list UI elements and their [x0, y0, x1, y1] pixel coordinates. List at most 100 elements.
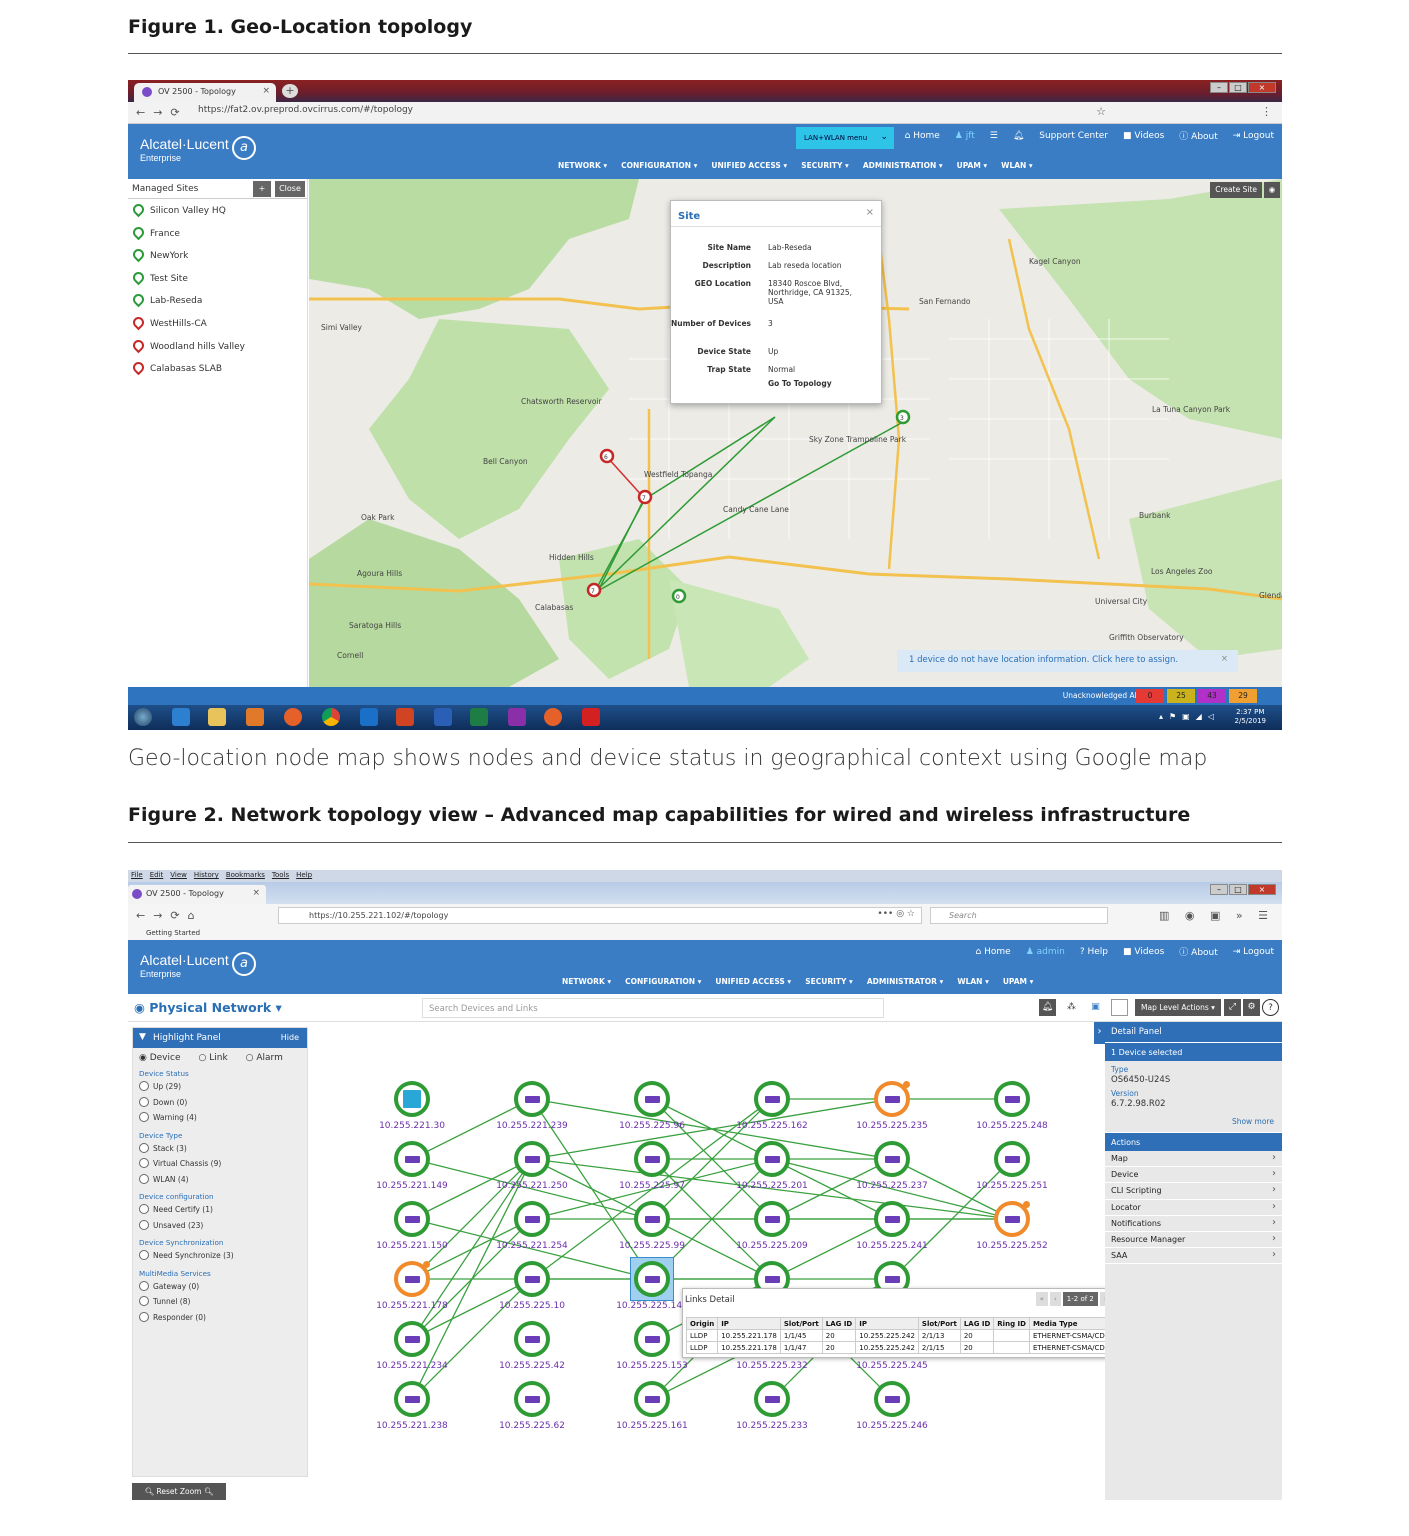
- filter-option[interactable]: WLAN (4): [133, 1171, 307, 1187]
- bell-icon[interactable]: 🔔︎: [1013, 131, 1024, 141]
- network-device-node[interactable]: [994, 1141, 1030, 1177]
- map-marker[interactable]: 6: [599, 448, 615, 464]
- site-item[interactable]: NewYork: [128, 244, 307, 267]
- network-device-node[interactable]: [394, 1081, 430, 1117]
- word-icon[interactable]: [434, 708, 452, 726]
- logout-link[interactable]: ⇥ Logout: [1233, 131, 1274, 141]
- network-device-node[interactable]: [514, 1081, 550, 1117]
- filter-option[interactable]: Need Synchronize (3): [133, 1247, 307, 1263]
- cluster-icon[interactable]: ⁂: [1063, 999, 1080, 1016]
- menu-network[interactable]: NETWORK ▾: [558, 161, 607, 170]
- network-device-node[interactable]: [634, 1261, 670, 1297]
- site-item[interactable]: WestHills-CA: [128, 312, 307, 335]
- menu-security[interactable]: SECURITY ▾: [805, 977, 853, 986]
- action-item[interactable]: Map: [1105, 1151, 1282, 1168]
- network-device-node[interactable]: [634, 1201, 670, 1237]
- site-item[interactable]: Calabasas SLAB: [128, 357, 307, 380]
- system-tray-icons[interactable]: ▴⚑▣◢◁: [1159, 712, 1220, 721]
- action-item[interactable]: Locator: [1105, 1200, 1282, 1216]
- network-device-node[interactable]: [514, 1201, 550, 1237]
- network-device-node[interactable]: [994, 1081, 1030, 1117]
- acrobat-icon[interactable]: [582, 708, 600, 726]
- close-icon[interactable]: ×: [1221, 654, 1228, 664]
- network-device-node[interactable]: [634, 1141, 670, 1177]
- filter-option[interactable]: Stack (3): [133, 1140, 307, 1156]
- radio-device[interactable]: ◉ Device: [139, 1053, 181, 1063]
- filter-option[interactable]: Gateway (0): [133, 1278, 307, 1294]
- go-to-topology-link[interactable]: Go To Topology: [768, 379, 868, 388]
- minimize-button[interactable]: –: [1210, 884, 1228, 895]
- action-item[interactable]: SAA: [1105, 1248, 1282, 1265]
- logout-link[interactable]: ⇥ Logout: [1233, 947, 1274, 957]
- site-item[interactable]: Lab-Reseda: [128, 289, 307, 312]
- action-item[interactable]: Notifications: [1105, 1216, 1282, 1232]
- network-device-node[interactable]: [994, 1201, 1030, 1237]
- radio-alarm[interactable]: ○ Alarm: [246, 1053, 283, 1063]
- filter-option[interactable]: Need Certify (1): [133, 1201, 307, 1217]
- prev-page-button[interactable]: ‹: [1049, 1292, 1061, 1306]
- close-tab-icon[interactable]: ×: [252, 888, 260, 898]
- browser-menu-item[interactable]: Bookmarks: [226, 871, 265, 881]
- network-device-node[interactable]: [634, 1381, 670, 1417]
- bookmark-item[interactable]: Getting Started: [146, 929, 200, 937]
- site-item[interactable]: Test Site: [128, 267, 307, 290]
- network-device-node[interactable]: [634, 1321, 670, 1357]
- alarm-count-badge[interactable]: 0: [1136, 689, 1164, 703]
- network-device-node[interactable]: [394, 1261, 430, 1297]
- network-device-node[interactable]: [514, 1321, 550, 1357]
- network-device-node[interactable]: [394, 1141, 430, 1177]
- network-device-node[interactable]: [754, 1141, 790, 1177]
- radio-link[interactable]: ○ Link: [199, 1053, 228, 1063]
- url-field[interactable]: https://10.255.221.102/#/topology ••• ◎ …: [278, 907, 922, 924]
- expand-icon[interactable]: ⤢: [1224, 999, 1241, 1016]
- ie-icon[interactable]: [172, 708, 190, 726]
- lan-wlan-menu-button[interactable]: LAN+WLAN menu ⌄: [796, 127, 894, 149]
- network-device-node[interactable]: [874, 1381, 910, 1417]
- table-row[interactable]: LLDP 10.255.221.178 1/1/47 20 10.255.225.242…: [685, 1341, 1142, 1354]
- menu-upam[interactable]: UPAM ▾: [957, 161, 988, 170]
- geo-map[interactable]: 3 6 7 7 0 Simi Valley Chatsworth Reservoi…: [309, 179, 1282, 687]
- network-device-node[interactable]: [514, 1381, 550, 1417]
- first-page-button[interactable]: «: [1035, 1292, 1048, 1306]
- filter-option[interactable]: Warning (4): [133, 1109, 307, 1125]
- network-device-node[interactable]: [394, 1321, 430, 1357]
- media-icon[interactable]: [246, 708, 264, 726]
- collapse-panel-icon[interactable]: ›: [1094, 1022, 1105, 1044]
- map-marker[interactable]: 0: [671, 588, 687, 604]
- minimize-button[interactable]: –: [1210, 82, 1228, 93]
- close-window-button[interactable]: ×: [1248, 82, 1276, 93]
- menu-unified-access[interactable]: UNIFIED ACCESS ▾: [715, 977, 791, 986]
- firefox-icon[interactable]: [544, 708, 562, 726]
- maximize-button[interactable]: □: [1229, 82, 1247, 93]
- reset-zoom-button[interactable]: 🔍︎ Reset Zoom 🔍︎: [132, 1483, 226, 1500]
- videos-link[interactable]: ■ Videos: [1123, 947, 1164, 957]
- close-tab-icon[interactable]: ×: [262, 86, 270, 96]
- action-item[interactable]: Device: [1105, 1167, 1282, 1184]
- legend-icon[interactable]: ▣: [1087, 999, 1104, 1016]
- network-device-node[interactable]: [514, 1141, 550, 1177]
- support-link[interactable]: Support Center: [1039, 131, 1108, 141]
- alert-bell-icon[interactable]: 🔔︎: [1039, 999, 1056, 1016]
- excel-icon[interactable]: [470, 708, 488, 726]
- topology-canvas[interactable]: 10.255.221.30 10.255.221.239 10.255.225.96…: [309, 1022, 1142, 1500]
- browser-menu-item[interactable]: File: [131, 871, 143, 881]
- url-field[interactable]: https://fat2.ov.preprod.ovcirrus.com/#/t…: [198, 105, 413, 115]
- help-icon[interactable]: ?: [1262, 999, 1279, 1016]
- site-item[interactable]: Silicon Valley HQ: [128, 199, 307, 222]
- home-link[interactable]: ⌂ Home: [905, 131, 940, 141]
- globe-icon[interactable]: ◉: [1264, 182, 1280, 198]
- menu-wlan[interactable]: WLAN ▾: [1001, 161, 1033, 170]
- menu-configuration[interactable]: CONFIGURATION ▾: [621, 161, 697, 170]
- network-device-node[interactable]: [754, 1381, 790, 1417]
- hide-button[interactable]: Hide: [281, 1033, 299, 1042]
- table-row[interactable]: LLDP 10.255.221.178 1/1/45 20 10.255.225.242…: [685, 1329, 1142, 1342]
- toolbar-icons[interactable]: ▥ ◉ ▣ » ☰: [1159, 909, 1274, 922]
- map-marker[interactable]: 3: [895, 409, 911, 425]
- alarm-count-badge[interactable]: 43: [1198, 689, 1226, 703]
- browser-menu-item[interactable]: Edit: [150, 871, 164, 881]
- videos-link[interactable]: ■ Videos: [1123, 131, 1164, 141]
- filter-option[interactable]: Up (29): [133, 1078, 307, 1094]
- menu-wlan[interactable]: WLAN ▾: [957, 977, 989, 986]
- map-marker[interactable]: 7: [586, 582, 602, 598]
- menu-unified-access[interactable]: UNIFIED ACCESS ▾: [711, 161, 787, 170]
